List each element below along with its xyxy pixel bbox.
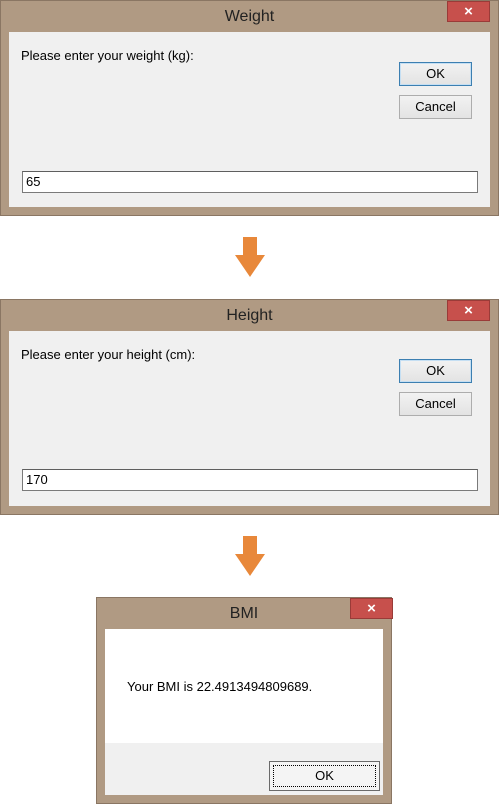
close-icon[interactable]: × xyxy=(350,598,393,619)
height-dialog-titlebar[interactable]: Height × xyxy=(1,300,498,332)
close-icon[interactable]: × xyxy=(447,300,490,321)
bmi-dialog: BMI × Your BMI is 22.4913494809689. OK xyxy=(96,597,393,804)
weight-dialog-title: Weight xyxy=(224,8,275,25)
close-icon[interactable]: × xyxy=(447,1,490,22)
bmi-dialog-title: BMI xyxy=(229,605,259,622)
weight-dialog: Weight × Please enter your weight (kg): … xyxy=(0,0,499,216)
bmi-dialog-titlebar[interactable]: BMI × xyxy=(97,598,393,630)
weight-dialog-body: Please enter your weight (kg): OK Cancel… xyxy=(9,32,490,207)
bmi-dialog-body: Your BMI is 22.4913494809689. OK xyxy=(105,629,383,795)
height-dialog: Height × Please enter your height (cm): … xyxy=(0,299,499,515)
height-prompt: Please enter your height (cm): xyxy=(21,347,196,362)
cancel-button[interactable]: Cancel xyxy=(399,392,472,416)
bmi-message: Your BMI is 22.4913494809689. xyxy=(127,679,313,694)
height-dialog-title: Height xyxy=(226,307,273,324)
message-area: Your BMI is 22.4913494809689. xyxy=(105,629,383,743)
weight-input[interactable]: 65 xyxy=(22,171,478,193)
cancel-button[interactable]: Cancel xyxy=(399,95,472,119)
height-input[interactable]: 170 xyxy=(22,469,478,491)
focus-rect xyxy=(273,765,376,787)
ok-button[interactable]: OK xyxy=(399,62,472,86)
ok-button[interactable]: OK xyxy=(269,761,380,791)
weight-prompt: Please enter your weight (kg): xyxy=(21,48,194,63)
arrow-down-icon xyxy=(235,536,265,576)
arrow-down-icon xyxy=(235,237,265,277)
weight-dialog-titlebar[interactable]: Weight × xyxy=(1,1,498,33)
ok-button[interactable]: OK xyxy=(399,359,472,383)
height-dialog-body: Please enter your height (cm): OK Cancel… xyxy=(9,331,490,506)
